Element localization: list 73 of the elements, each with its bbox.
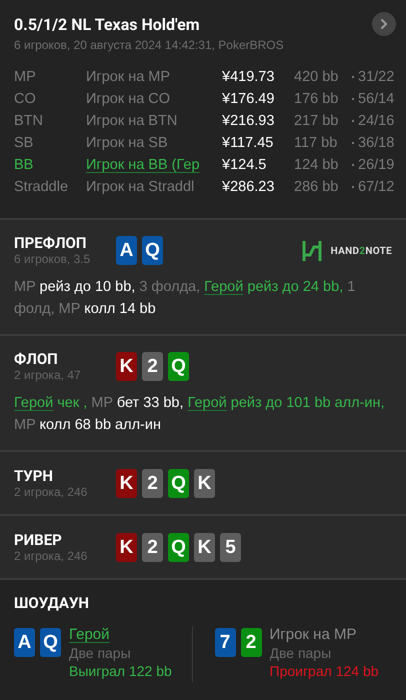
player-stack: ¥124.5 — [222, 156, 268, 175]
street-title: РИВЕР — [14, 531, 63, 549]
street-info: 2 игрока, 246 — [14, 549, 88, 563]
player-stack: ¥117.45 — [222, 134, 274, 153]
hand-result: Выиграл 122 bb — [69, 662, 172, 680]
hand-result: Проиграл 124 bb — [270, 662, 379, 680]
player-name: Игрок на Straddl — [86, 178, 196, 197]
player-stat: 26/19 — [358, 156, 396, 175]
player-stat: 67/12 — [358, 178, 396, 197]
game-title: 0.5/1/2 NL Texas Hold'em — [14, 14, 200, 34]
hero-link[interactable]: Герой — [204, 279, 244, 295]
hero-link[interactable]: Игрок на BB (Гер — [86, 154, 222, 176]
player-name: Игрок на BTN — [86, 112, 178, 131]
player-name: Игрок на SB — [86, 134, 169, 153]
playing-card: K — [194, 533, 215, 562]
street-info: 2 игрока, 47 — [14, 368, 82, 382]
playing-card: K — [116, 352, 137, 381]
playing-card: K — [116, 533, 137, 562]
player-name: Игрок на MP — [270, 626, 356, 644]
playing-card: Q — [168, 533, 189, 562]
stack-bb: 420 bb — [294, 68, 340, 87]
hero-link[interactable]: Герой — [188, 395, 227, 411]
stack-bb: 117 bb — [294, 134, 338, 153]
player-name: Игрок на CO — [86, 90, 172, 109]
hand-rank: Две пары — [270, 644, 332, 662]
playing-card: A — [14, 628, 35, 657]
stack-bb: 176 bb — [294, 90, 340, 109]
logo-icon — [300, 240, 323, 262]
street-info: 6 игроков, 3.5 — [14, 252, 92, 266]
street-title: ТУРН — [14, 467, 54, 485]
player-stack: ¥286.23 — [222, 178, 276, 197]
hand-rank: Две пары — [69, 644, 132, 662]
player-stack: ¥419.73 — [222, 68, 276, 87]
player-position: Straddle — [14, 178, 70, 197]
game-info: 6 игроков, 20 августа 2024 14:42:31, PokerBROS — [14, 38, 285, 52]
player-stack: ¥176.49 — [222, 90, 276, 109]
street-title: ФЛОП — [14, 350, 59, 368]
playing-card: K — [194, 469, 215, 498]
player-stack: ¥216.93 — [222, 112, 276, 131]
playing-card: 2 — [240, 628, 262, 657]
player-position: MP — [14, 68, 37, 87]
playing-card: Q — [40, 628, 61, 657]
playing-card: Q — [142, 236, 163, 265]
player-stat: 24/16 — [358, 112, 396, 131]
hero-link[interactable]: Герой — [14, 395, 54, 411]
player-position: CO — [14, 90, 37, 109]
player-name: Игрок на MP — [86, 68, 172, 87]
playing-card: A — [116, 236, 137, 265]
action-line: Герой чек , MP бет 33 bb, Герой рейз до 101 bb алл-ин, MP колл 68 bb алл-ин — [14, 394, 386, 435]
player-position: SB — [14, 134, 34, 153]
playing-card: Q — [168, 469, 189, 498]
playing-card: 2 — [142, 352, 163, 381]
player-position: BB — [14, 156, 34, 175]
stack-bb: 124 bb — [294, 156, 340, 175]
street-title: ШОУДАУН — [14, 594, 90, 612]
hero-link[interactable]: Герой — [69, 626, 110, 644]
action-line: MP рейз до 10 bb, 3 фолда, Герой рейз до 24 bb, 1 фолд, MP колл 14 bb — [14, 278, 356, 319]
next-button[interactable] — [372, 12, 396, 36]
player-stat: 36/18 — [358, 134, 396, 153]
stack-bb: 217 bb — [294, 112, 340, 131]
playing-card: 2 — [142, 469, 163, 498]
street-title: ПРЕФЛОП — [14, 234, 88, 252]
playing-card: K — [116, 469, 137, 498]
player-stat: 31/22 — [358, 68, 396, 87]
playing-card: 7 — [214, 628, 236, 657]
street-info: 2 игрока, 246 — [14, 485, 88, 499]
player-stat: 56/14 — [358, 90, 396, 109]
playing-card: 2 — [142, 533, 163, 562]
player-position: BTN — [14, 112, 44, 131]
playing-card: Q — [168, 352, 189, 381]
stack-bb: 286 bb — [294, 178, 340, 197]
playing-card: 5 — [220, 533, 241, 562]
logo-text: HAND2NOTE — [330, 246, 392, 256]
